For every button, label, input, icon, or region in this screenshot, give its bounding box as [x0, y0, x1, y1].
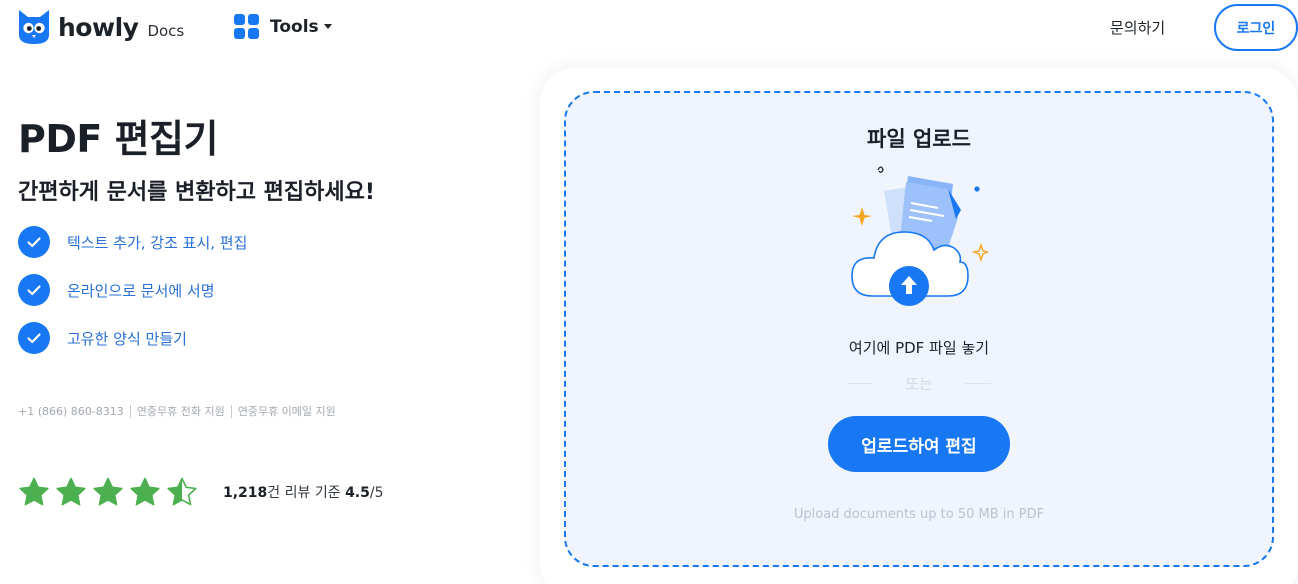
rating-score: 4.5 [345, 485, 370, 501]
rating-out-of: /5 [369, 485, 384, 501]
drop-instruction: 여기에 PDF 파일 놓기 [848, 339, 990, 357]
tools-menu-button[interactable]: Tools [234, 14, 332, 39]
feature-text: 텍스트 추가, 강조 표시, 편집 [67, 233, 248, 252]
upload-limit-note: Upload documents up to 50 MB in PDF [793, 507, 1045, 522]
or-divider: 또는 [566, 373, 1272, 394]
feature-list: 텍스트 추가, 강조 표시, 편집 온라인으로 문서에 서명 고유한 양식 만들… [18, 226, 247, 370]
support-info: +1 (866) 860-8313 연중무휴 전화 지원 연중무휴 이메일 지원 [18, 403, 336, 419]
contact-link[interactable]: 문의하기 [1110, 17, 1165, 38]
star-icon [167, 477, 197, 506]
feature-item: 고유한 양식 만들기 [18, 322, 247, 354]
grid-icon [234, 14, 259, 39]
review-count-suffix: 건 리뷰 기준 [267, 485, 341, 501]
logo-wordmark: howly [58, 12, 139, 42]
logo-link[interactable]: howly Docs [17, 9, 184, 45]
page-subtitle: 간편하게 문서를 변환하고 편집하세요! [18, 180, 375, 205]
checkmark-icon [18, 274, 50, 306]
checkmark-icon [18, 226, 50, 258]
login-button[interactable]: 로그인 [1214, 4, 1298, 51]
owl-logo-icon [19, 10, 49, 44]
upload-dropzone[interactable]: 파일 업로드 여기에 PDF 파일 놓기 또는 업로드하여 편집 Upload … [564, 91, 1274, 567]
phone-support-label: 연중무휴 전화 지원 [136, 405, 225, 418]
star-icon [93, 477, 123, 506]
divider [230, 404, 232, 418]
tools-label: Tools [270, 16, 319, 37]
star-icon [56, 477, 86, 506]
feature-text: 온라인으로 문서에 서명 [67, 281, 215, 300]
upload-title: 파일 업로드 [867, 127, 971, 151]
divider-line [964, 383, 991, 384]
email-support-label: 연중무휴 이메일 지원 [237, 405, 336, 418]
review-count: 1,218 [223, 485, 268, 501]
divider-line [847, 383, 874, 384]
feature-item: 텍스트 추가, 강조 표시, 편집 [18, 226, 247, 258]
feature-text: 고유한 양식 만들기 [67, 329, 187, 348]
rating-block: 1,218건 리뷰 기준 4.5/5 [18, 476, 384, 508]
page-title: PDF 편집기 [18, 117, 218, 161]
or-label: 또는 [905, 375, 933, 393]
rating-summary: 1,218건 리뷰 기준 4.5/5 [223, 482, 384, 502]
logo-docs-label: Docs [147, 22, 185, 40]
divider [129, 404, 131, 418]
rating-stars [18, 476, 203, 508]
feature-item: 온라인으로 문서에 서명 [18, 274, 247, 306]
upload-edit-button[interactable]: 업로드하여 편집 [828, 416, 1010, 472]
cloud-upload-icon [851, 166, 988, 306]
chevron-down-icon [323, 24, 332, 29]
star-icon [130, 477, 160, 506]
phone-link[interactable]: +1 (866) 860-8313 [18, 405, 124, 418]
star-icon [19, 477, 49, 506]
checkmark-icon [18, 322, 50, 354]
